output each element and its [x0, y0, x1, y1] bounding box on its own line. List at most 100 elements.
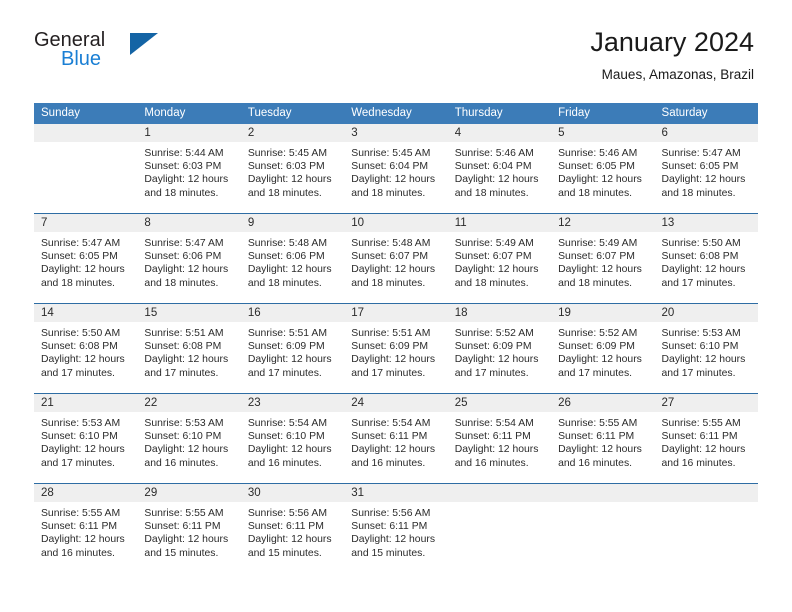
- calendar-day-cell[interactable]: 12 Sunrise: 5:49 AM Sunset: 6:07 PM Dayligh…: [551, 213, 655, 304]
- calendar-cell-inner: 16 Sunrise: 5:51 AM Sunset: 6:09 PM Dayligh…: [240, 304, 345, 393]
- calendar-day-cell[interactable]: 17 Sunrise: 5:51 AM Sunset: 6:09 PM Dayligh…: [344, 303, 448, 394]
- day-number: 13: [654, 214, 758, 232]
- day-sunrise-text: Sunrise: 5:54 AM: [351, 418, 431, 429]
- day-number: 25: [447, 394, 552, 412]
- day-daylight2-text: and 17 minutes.: [351, 367, 426, 379]
- calendar-cell-inner: 27 Sunrise: 5:55 AM Sunset: 6:11 PM Dayligh…: [654, 394, 758, 483]
- day-number: 7: [34, 214, 138, 232]
- calendar-day-cell[interactable]: 2 Sunrise: 5:45 AM Sunset: 6:03 PM Daylight…: [240, 124, 345, 214]
- day-sunset-text: Sunset: 6:11 PM: [351, 521, 428, 533]
- day-number: 16: [240, 304, 345, 322]
- day-sunrise-text: Sunrise: 5:47 AM: [41, 238, 121, 249]
- calendar-day-cell[interactable]: 27 Sunrise: 5:55 AM Sunset: 6:11 PM Dayligh…: [654, 393, 758, 484]
- day-sunset-text: Sunset: 6:08 PM: [144, 341, 222, 353]
- day-sunrise-text: Sunrise: 5:51 AM: [144, 328, 224, 339]
- day-daylight2-text: and 15 minutes.: [351, 547, 426, 559]
- calendar-cell-inner: 1 Sunrise: 5:44 AM Sunset: 6:03 PM Daylight…: [137, 124, 241, 213]
- day-number: 24: [344, 394, 448, 412]
- day-daylight1-text: Daylight: 12 hours: [454, 354, 539, 366]
- day-details: Sunrise: 5:51 AM Sunset: 6:08 PM Daylight:…: [137, 322, 240, 380]
- calendar-cell-inner: 12 Sunrise: 5:49 AM Sunset: 6:07 PM Dayligh…: [551, 214, 655, 303]
- calendar-day-cell[interactable]: 11 Sunrise: 5:49 AM Sunset: 6:07 PM Dayligh…: [447, 213, 552, 304]
- day-sunset-text: Sunset: 6:03 PM: [144, 161, 222, 173]
- calendar-day-cell[interactable]: 8 Sunrise: 5:47 AM Sunset: 6:06 PM Daylight…: [137, 213, 241, 304]
- day-sunset-text: Sunset: 6:11 PM: [558, 431, 635, 443]
- calendar-day-cell[interactable]: 18 Sunrise: 5:52 AM Sunset: 6:09 PM Dayligh…: [447, 303, 552, 394]
- brand-logo[interactable]: General Blue: [34, 29, 214, 77]
- day-sunrise-text: Sunrise: 5:45 AM: [351, 148, 431, 159]
- day-sunrise-text: Sunrise: 5:54 AM: [454, 418, 534, 429]
- calendar-cell-inner: [654, 484, 758, 573]
- calendar-day-cell[interactable]: 30 Sunrise: 5:56 AM Sunset: 6:11 PM Dayligh…: [240, 483, 345, 573]
- calendar-cell-inner: 29 Sunrise: 5:55 AM Sunset: 6:11 PM Dayligh…: [137, 484, 241, 573]
- page-subtitle: Maues, Amazonas, Brazil: [601, 67, 754, 82]
- calendar-day-cell[interactable]: 29 Sunrise: 5:55 AM Sunset: 6:11 PM Dayligh…: [137, 483, 241, 573]
- calendar-day-cell[interactable]: 24 Sunrise: 5:54 AM Sunset: 6:11 PM Dayligh…: [344, 393, 448, 484]
- day-daylight2-text: and 17 minutes.: [41, 457, 115, 469]
- day-sunset-text: Sunset: 6:11 PM: [454, 431, 531, 443]
- calendar-day-cell[interactable]: 22 Sunrise: 5:53 AM Sunset: 6:10 PM Dayligh…: [137, 393, 241, 484]
- day-number: [34, 124, 138, 142]
- calendar-day-cell[interactable]: 7 Sunrise: 5:47 AM Sunset: 6:05 PM Daylight…: [34, 213, 138, 304]
- day-number: 5: [551, 124, 655, 142]
- day-number: 31: [344, 484, 448, 502]
- day-daylight1-text: Daylight: 12 hours: [351, 354, 436, 366]
- calendar-cell-inner: 17 Sunrise: 5:51 AM Sunset: 6:09 PM Dayligh…: [344, 304, 448, 393]
- calendar-day-cell[interactable]: 4 Sunrise: 5:46 AM Sunset: 6:04 PM Daylight…: [447, 124, 552, 214]
- calendar-day-cell[interactable]: 31 Sunrise: 5:56 AM Sunset: 6:11 PM Dayligh…: [344, 483, 448, 573]
- day-daylight1-text: Daylight: 12 hours: [247, 174, 332, 186]
- day-sunset-text: Sunset: 6:10 PM: [661, 341, 739, 353]
- weekday-header-thursday: Thursday: [447, 103, 552, 124]
- day-number: 30: [240, 484, 345, 502]
- day-daylight2-text: and 18 minutes.: [41, 277, 115, 289]
- day-sunset-text: Sunset: 6:07 PM: [558, 251, 635, 263]
- day-number: 26: [551, 394, 655, 412]
- calendar-day-cell[interactable]: 20 Sunrise: 5:53 AM Sunset: 6:10 PM Dayligh…: [654, 303, 758, 394]
- day-daylight1-text: Daylight: 12 hours: [144, 534, 229, 546]
- calendar-day-cell[interactable]: 6 Sunrise: 5:47 AM Sunset: 6:05 PM Daylight…: [654, 124, 758, 214]
- calendar-cell-empty: [34, 124, 138, 214]
- day-number: 17: [344, 304, 448, 322]
- day-sunrise-text: Sunrise: 5:49 AM: [558, 238, 638, 249]
- calendar-day-cell[interactable]: 26 Sunrise: 5:55 AM Sunset: 6:11 PM Dayligh…: [551, 393, 655, 484]
- calendar-day-cell[interactable]: 23 Sunrise: 5:54 AM Sunset: 6:10 PM Dayligh…: [240, 393, 345, 484]
- calendar-cell-inner: [447, 484, 552, 573]
- calendar-day-cell[interactable]: 9 Sunrise: 5:48 AM Sunset: 6:06 PM Daylight…: [240, 213, 345, 304]
- calendar-day-cell[interactable]: 15 Sunrise: 5:51 AM Sunset: 6:08 PM Dayligh…: [137, 303, 241, 394]
- calendar-day-cell[interactable]: 3 Sunrise: 5:45 AM Sunset: 6:04 PM Daylight…: [344, 124, 448, 214]
- day-daylight1-text: Daylight: 12 hours: [558, 264, 642, 276]
- calendar-day-cell[interactable]: 13 Sunrise: 5:50 AM Sunset: 6:08 PM Dayligh…: [654, 213, 758, 304]
- calendar-day-cell[interactable]: 10 Sunrise: 5:48 AM Sunset: 6:07 PM Dayligh…: [344, 213, 448, 304]
- calendar-cell-inner: 23 Sunrise: 5:54 AM Sunset: 6:10 PM Dayligh…: [240, 394, 345, 483]
- day-details: Sunrise: 5:49 AM Sunset: 6:07 PM Daylight:…: [448, 232, 551, 290]
- day-sunrise-text: Sunrise: 5:45 AM: [247, 148, 327, 159]
- day-sunset-text: Sunset: 6:10 PM: [41, 431, 118, 443]
- day-details: Sunrise: 5:56 AM Sunset: 6:11 PM Daylight:…: [241, 502, 344, 560]
- day-daylight1-text: Daylight: 12 hours: [661, 354, 746, 366]
- calendar-day-cell[interactable]: 16 Sunrise: 5:51 AM Sunset: 6:09 PM Dayligh…: [240, 303, 345, 394]
- calendar-day-cell[interactable]: 5 Sunrise: 5:46 AM Sunset: 6:05 PM Daylight…: [551, 124, 655, 214]
- day-sunrise-text: Sunrise: 5:55 AM: [41, 508, 121, 519]
- day-daylight2-text: and 17 minutes.: [41, 367, 115, 379]
- calendar-day-cell[interactable]: 28 Sunrise: 5:55 AM Sunset: 6:11 PM Dayligh…: [34, 483, 138, 573]
- calendar-day-cell[interactable]: 25 Sunrise: 5:54 AM Sunset: 6:11 PM Dayligh…: [447, 393, 552, 484]
- calendar-day-cell[interactable]: 21 Sunrise: 5:53 AM Sunset: 6:10 PM Dayligh…: [34, 393, 138, 484]
- day-daylight2-text: and 18 minutes.: [351, 187, 426, 199]
- day-number: 10: [344, 214, 448, 232]
- day-daylight1-text: Daylight: 12 hours: [247, 534, 332, 546]
- day-daylight1-text: Daylight: 12 hours: [454, 444, 539, 456]
- day-details: Sunrise: 5:44 AM Sunset: 6:03 PM Daylight:…: [137, 142, 240, 200]
- day-details: Sunrise: 5:51 AM Sunset: 6:09 PM Daylight:…: [344, 322, 447, 380]
- day-sunset-text: Sunset: 6:11 PM: [41, 521, 118, 533]
- day-daylight1-text: Daylight: 12 hours: [247, 354, 332, 366]
- calendar-cell-inner: 20 Sunrise: 5:53 AM Sunset: 6:10 PM Dayligh…: [654, 304, 758, 393]
- calendar-header-row: Sunday Monday Tuesday Wednesday Thursday Frid…: [34, 103, 758, 124]
- day-details: Sunrise: 5:45 AM Sunset: 6:03 PM Daylight:…: [241, 142, 344, 200]
- calendar-day-cell[interactable]: 1 Sunrise: 5:44 AM Sunset: 6:03 PM Daylight…: [137, 124, 241, 214]
- calendar-day-cell[interactable]: 19 Sunrise: 5:52 AM Sunset: 6:09 PM Dayligh…: [551, 303, 655, 394]
- day-number: 11: [447, 214, 552, 232]
- day-sunrise-text: Sunrise: 5:55 AM: [144, 508, 224, 519]
- calendar-day-cell[interactable]: 14 Sunrise: 5:50 AM Sunset: 6:08 PM Dayligh…: [34, 303, 138, 394]
- day-daylight2-text: and 18 minutes.: [558, 277, 633, 289]
- day-details: Sunrise: 5:52 AM Sunset: 6:09 PM Daylight:…: [448, 322, 551, 380]
